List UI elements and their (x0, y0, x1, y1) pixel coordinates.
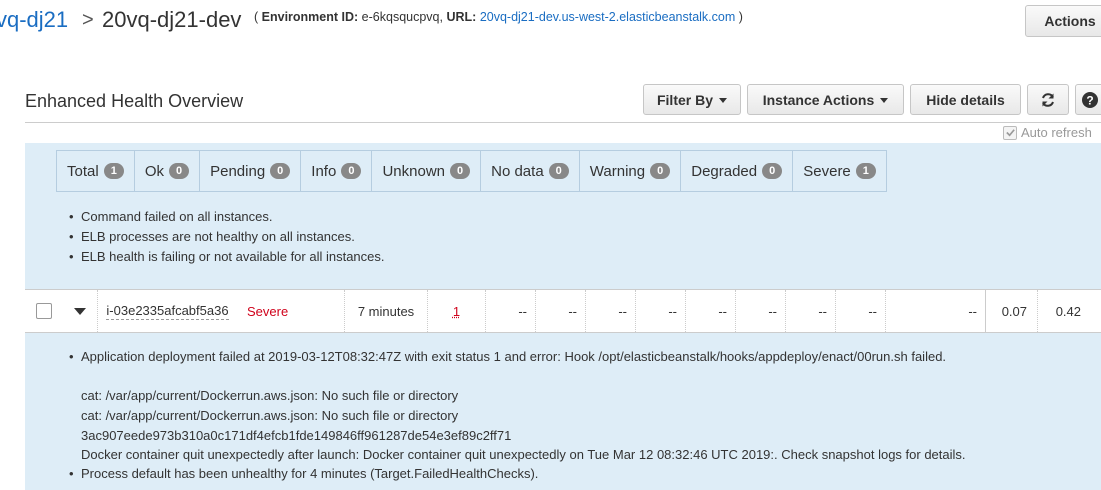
tab-info[interactable]: Info 0 (301, 151, 373, 191)
tab-ok[interactable]: Ok 0 (135, 151, 201, 191)
list-item: Command failed on all instances. (69, 207, 385, 227)
tab-label: Total (67, 162, 99, 180)
metric-cell: -- (585, 290, 635, 332)
metric-cell: -- (635, 290, 685, 332)
count-badge: 1 (103, 163, 124, 179)
tab-label: Pending (210, 162, 266, 180)
tab-label: Warning (589, 162, 646, 180)
row-select-cell (25, 290, 63, 332)
auto-refresh-label: Auto refresh (1021, 125, 1092, 140)
environment-meta: ( Environment ID: e-6kqsqucpvq, URL: 20v… (254, 10, 743, 24)
tab-unknown[interactable]: Unknown 0 (372, 151, 482, 191)
help-button[interactable]: ? (1075, 84, 1101, 115)
environment-causes-list: Command failed on all instances. ELB pro… (69, 207, 385, 267)
count-badge: 0 (270, 163, 291, 179)
table-row[interactable]: i-03e2335afcabf5a36 Severe 7 minutes 1 -… (25, 289, 1101, 333)
env-url-label: URL: (446, 10, 477, 24)
auto-refresh-checkbox[interactable] (1003, 125, 1017, 140)
refresh-icon (1042, 92, 1054, 107)
caret-down-icon[interactable] (74, 307, 86, 315)
instance-details-panel: Application deployment failed at 2019-03… (25, 333, 1101, 490)
count-badge: 0 (650, 163, 671, 179)
tab-label: Info (311, 162, 337, 180)
log-line: Docker container quit unexpectedly after… (81, 447, 966, 462)
list-item: ELB processes are not healthy on all ins… (69, 227, 385, 247)
metric-cell: -- (885, 290, 985, 332)
tab-no-data[interactable]: No data 0 (481, 151, 580, 191)
instance-actions-button[interactable]: Instance Actions (747, 84, 904, 115)
actions-button-label: Actions (1044, 13, 1096, 29)
tab-warning[interactable]: Warning 0 (580, 151, 682, 191)
env-url-link[interactable]: 20vq-dj21-dev.us-west-2.elasticbeanstalk… (480, 10, 735, 24)
row-checkbox[interactable] (36, 303, 52, 319)
log-line: 3ac907eede973b310a0c171df4efcb1fde149846… (81, 428, 512, 443)
tab-label: Severe (803, 162, 851, 180)
filter-by-button[interactable]: Filter By (643, 84, 741, 115)
log-line: cat: /var/app/current/Dockerrun.aws.json… (81, 408, 459, 423)
tab-label: Ok (144, 162, 164, 180)
status-filter-tabs: Total 1 Ok 0 Pending 0 Info 0 Unknown 0 No da… (56, 150, 887, 192)
count-badge: 0 (450, 163, 471, 179)
instance-id-link[interactable]: i-03e2335afcabf5a36 (106, 303, 229, 320)
metric-cell: -- (485, 290, 535, 332)
count-badge: 1 (855, 163, 876, 179)
chevron-down-icon (880, 98, 889, 103)
env-id-label: Environment ID: (261, 10, 359, 24)
tab-degraded[interactable]: Degraded 0 (681, 151, 794, 191)
count-badge: 0 (762, 163, 783, 179)
process-status-message: Process default has been unhealthy for 4… (69, 466, 538, 481)
tab-pending[interactable]: Pending 0 (200, 151, 302, 191)
deployment-id-link[interactable]: 1 (453, 304, 460, 319)
tab-label: Unknown (382, 162, 445, 180)
metric-cell: -- (535, 290, 585, 332)
env-id-value: e-6kqsqucpvq, (361, 10, 443, 24)
tab-severe[interactable]: Severe 1 (793, 151, 886, 191)
auto-refresh[interactable]: Auto refresh (1003, 125, 1092, 140)
instance-actions-label: Instance Actions (762, 91, 875, 108)
deploy-error-message: Application deployment failed at 2019-03… (69, 349, 946, 364)
svg-text:?: ? (1086, 93, 1093, 107)
load-1min: 0.07 (985, 290, 1037, 332)
row-expand-cell (63, 290, 97, 332)
chevron-down-icon (719, 98, 727, 103)
env-meta-close: ) (735, 10, 743, 24)
metric-cell: -- (735, 290, 785, 332)
tab-total[interactable]: Total 1 (57, 151, 135, 191)
list-item: ELB health is failing or not available f… (69, 247, 385, 267)
actions-button[interactable]: Actions (1025, 5, 1101, 37)
tab-label: No data (491, 162, 544, 180)
load-5min: 0.42 (1037, 290, 1091, 332)
log-line: cat: /var/app/current/Dockerrun.aws.json… (81, 388, 459, 403)
count-badge: 0 (341, 163, 362, 179)
breadcrumb-application-link[interactable]: vq-dj21 (0, 7, 68, 33)
count-badge: 0 (548, 163, 569, 179)
filter-by-label: Filter By (656, 91, 713, 108)
instance-id-cell: i-03e2335afcabf5a36 (97, 290, 237, 332)
hide-details-button[interactable]: Hide details (910, 84, 1021, 115)
instance-status: Severe (247, 303, 289, 319)
health-summary-panel: Total 1 Ok 0 Pending 0 Info 0 Unknown 0 No da… (25, 143, 1101, 289)
refresh-button[interactable] (1027, 84, 1069, 115)
breadcrumb-separator: > (82, 9, 94, 31)
checkmark-icon (1005, 129, 1015, 137)
metric-cell: -- (785, 290, 835, 332)
divider (25, 122, 1101, 123)
section-title: Enhanced Health Overview (25, 91, 244, 111)
help-icon: ? (1082, 91, 1098, 108)
metric-cell: -- (835, 290, 885, 332)
deployment-cell: 1 (427, 290, 485, 332)
count-badge: 0 (168, 163, 190, 179)
environment-name: 20vq-dj21-dev (102, 7, 242, 32)
env-meta-open: ( (254, 10, 262, 24)
running-for: 7 minutes (344, 290, 427, 332)
tab-label: Degraded (691, 162, 758, 180)
metric-cell: -- (685, 290, 735, 332)
hide-details-label: Hide details (926, 91, 1005, 108)
